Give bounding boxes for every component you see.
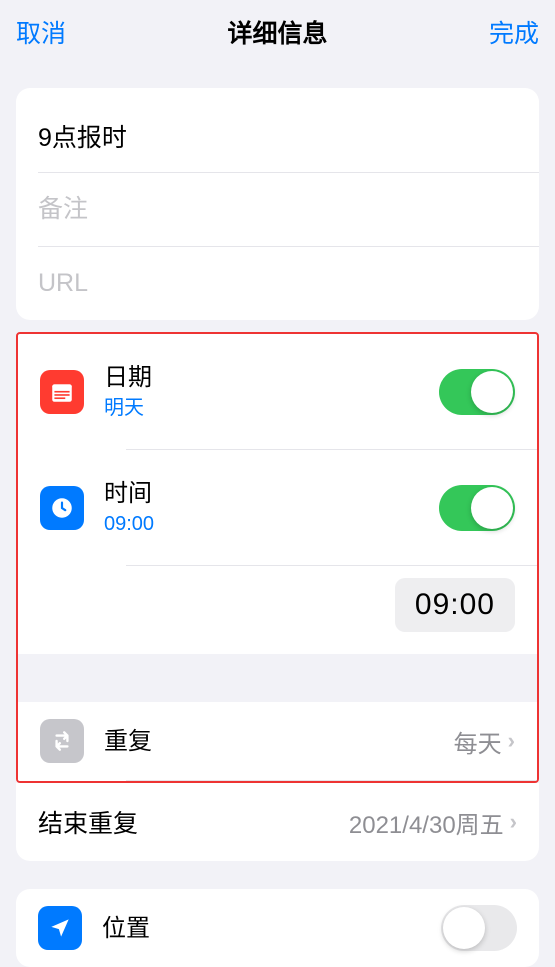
date-content: 日期 明天 <box>104 350 439 433</box>
end-repeat-value: 2021/4/30周五 <box>349 805 504 840</box>
url-row[interactable] <box>16 247 539 320</box>
url-input[interactable] <box>38 247 517 320</box>
end-repeat-label: 结束重复 <box>38 804 138 840</box>
location-section: 位置 <box>16 889 539 967</box>
repeat-icon <box>40 719 84 763</box>
title-field[interactable]: 9点报时 <box>16 88 539 172</box>
time-picker[interactable]: 09:00 <box>395 578 515 632</box>
location-toggle[interactable] <box>441 905 517 951</box>
location-label: 位置 <box>102 913 150 944</box>
basic-info-section: 9点报时 <box>16 88 539 320</box>
header: 取消 详细信息 完成 <box>0 0 555 64</box>
time-picker-row: 09:00 <box>18 566 537 654</box>
notes-input[interactable] <box>38 173 517 246</box>
repeat-label: 重复 <box>104 726 152 757</box>
datetime-section: 日期 明天 时间 09:00 09:00 <box>16 332 539 783</box>
done-button[interactable]: 完成 <box>489 14 539 50</box>
notes-row[interactable] <box>16 173 539 246</box>
date-toggle[interactable] <box>439 369 515 415</box>
date-row[interactable]: 日期 明天 <box>18 334 537 449</box>
date-label: 日期 <box>104 362 439 393</box>
time-row[interactable]: 时间 09:00 <box>18 450 537 565</box>
repeat-value: 每天 <box>454 724 502 759</box>
date-value: 明天 <box>104 395 439 421</box>
repeat-row[interactable]: 重复 每天 › <box>18 702 537 780</box>
cancel-button[interactable]: 取消 <box>16 14 66 50</box>
time-label: 时间 <box>104 478 439 509</box>
end-repeat-row[interactable]: 结束重复 2021/4/30周五 › <box>16 783 539 861</box>
location-icon <box>38 906 82 950</box>
time-value: 09:00 <box>104 511 439 537</box>
time-toggle[interactable] <box>439 485 515 531</box>
location-row[interactable]: 位置 <box>16 889 539 967</box>
chevron-icon: › <box>510 809 517 835</box>
page-title: 详细信息 <box>227 14 327 50</box>
clock-icon <box>40 486 84 530</box>
calendar-icon <box>40 370 84 414</box>
time-content: 时间 09:00 <box>104 466 439 549</box>
chevron-icon: › <box>508 728 515 754</box>
